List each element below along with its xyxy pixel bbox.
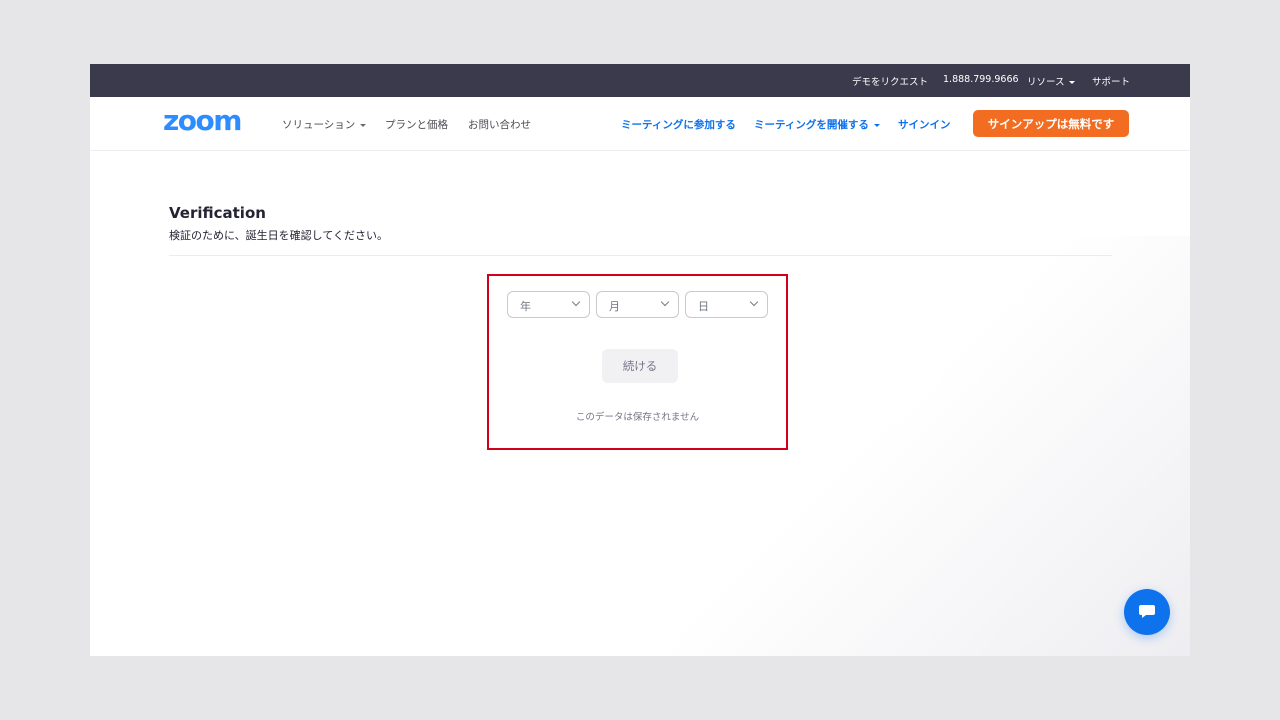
phone-link[interactable]: 1.888.799.9666 [943,74,1019,85]
join-meeting-link[interactable]: ミーティングに参加する [621,117,736,132]
year-select[interactable]: 年 [507,291,590,318]
month-select[interactable]: 月 [596,291,679,318]
divider [169,255,1112,256]
birthday-verification-box: 年 月 日 続ける このデータは保存されません [487,274,788,450]
contact-link[interactable]: お問い合わせ [468,117,531,132]
day-select[interactable]: 日 [685,291,768,318]
solutions-menu[interactable]: ソリューション [282,117,367,132]
zoom-logo[interactable]: zoom [163,104,255,138]
request-demo-link[interactable]: デモをリクエスト [852,74,928,88]
day-select-value: 日 [698,300,709,313]
resources-menu[interactable]: リソース [1027,74,1075,88]
page-title: Verification [169,204,266,222]
year-select-value: 年 [520,300,531,313]
sign-in-link[interactable]: サインイン [898,117,951,132]
resources-label: リソース [1027,77,1065,88]
main-nav: zoom ソリューション プランと価格 お問い合わせ ミーティングに参加する ミ… [90,97,1190,151]
data-not-saved-note: このデータは保存されません [575,412,700,423]
page: デモをリクエスト 1.888.799.9666 リソース サポート zoom ソ… [90,64,1190,656]
chevron-down-icon [749,297,759,307]
caret-down-icon [360,123,367,127]
sign-up-button[interactable]: サインアップは無料です [973,110,1129,137]
caret-down-icon [873,123,880,127]
support-link[interactable]: サポート [1092,74,1130,88]
continue-button[interactable]: 続ける [602,349,678,383]
chat-button[interactable] [1124,589,1170,635]
zoom-logo-text: zoom [163,110,241,134]
caret-down-icon [1068,81,1075,84]
chevron-down-icon [660,297,670,307]
solutions-label: ソリューション [282,119,356,131]
chat-bubble-icon [1139,605,1155,618]
top-utility-bar: デモをリクエスト 1.888.799.9666 リソース サポート [90,64,1190,97]
chevron-down-icon [571,297,581,307]
plans-link[interactable]: プランと価格 [385,117,448,132]
month-select-value: 月 [609,300,620,313]
host-meeting-label: ミーティングを開催する [754,119,869,131]
zoom-logo-icon: zoom [163,104,242,137]
page-subtitle: 検証のために、誕生日を確認してください。 [169,229,389,242]
host-meeting-menu[interactable]: ミーティングを開催する [754,117,880,132]
